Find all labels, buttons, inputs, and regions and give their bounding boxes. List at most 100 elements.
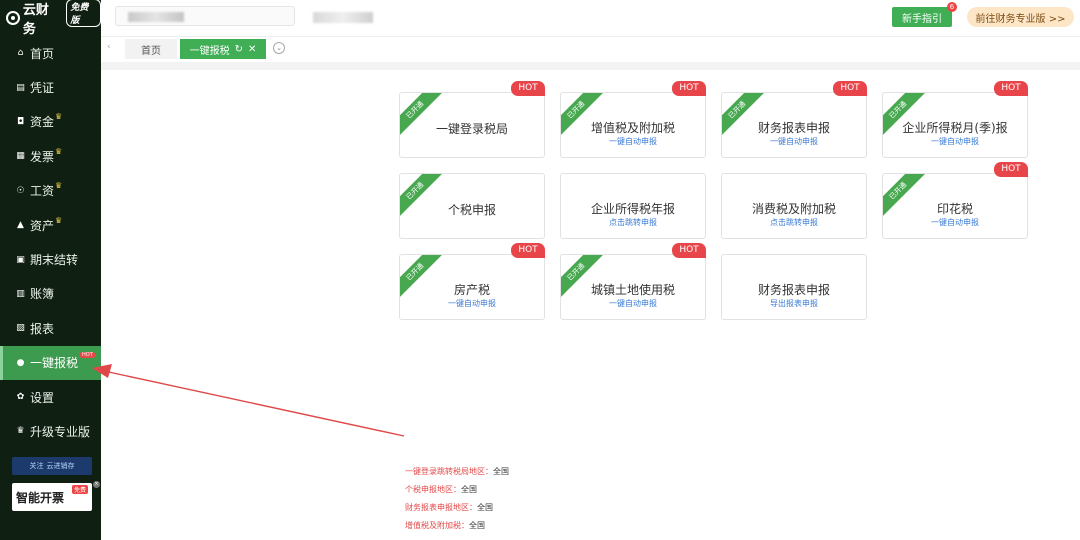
region-note-value: 全国 bbox=[477, 503, 493, 512]
tax-card[interactable]: 已开通 HOT 一键登录税局 bbox=[399, 81, 545, 158]
sidebar-item-label: 期末结转 bbox=[30, 253, 79, 268]
sidebar-item-upgrade[interactable]: ♛ 升级专业版 bbox=[0, 414, 101, 448]
card-title: 一键登录税局 bbox=[435, 122, 508, 136]
card-action-link[interactable]: 一键自动申报 bbox=[561, 298, 705, 309]
hot-badge: HOT bbox=[994, 162, 1028, 177]
sidebar-item-fund[interactable]: ◘ 资金 ♛ bbox=[0, 105, 101, 139]
tab-bar: ‹ 首页 一键报税 ↻ ✕ ⌄ bbox=[101, 37, 1080, 61]
sidebar-item-asset[interactable]: ▲ 资产 ♛ bbox=[0, 208, 101, 242]
region-note-value: 全国 bbox=[493, 467, 509, 476]
content-header-strip bbox=[101, 62, 1080, 70]
close-icon[interactable]: ✕ bbox=[248, 44, 256, 55]
card-action-link[interactable]: 一键自动申报 bbox=[883, 217, 1027, 228]
card-title: 个税申报 bbox=[447, 203, 496, 217]
hot-badge: HOT bbox=[511, 243, 545, 258]
free-badge: 免费 bbox=[71, 485, 88, 494]
tax-card[interactable]: 已开通 HOT 印花税 一键自动申报 bbox=[882, 162, 1028, 239]
sidebar-nav: ⌂ 首页 ▤ 凭证 ◘ 资金 ♛ ▦ 发票 ♛ ☉ 工资 ♛ ▲ 资产 ♛ ▣ 期末结转 ▥ 账簿 ▨ 报表 ● 一键报税 HO… bbox=[0, 36, 101, 449]
tax-card[interactable]: 消费税及附加税 点击跳转申报 bbox=[721, 173, 867, 239]
sidebar-item-label: 资金 bbox=[30, 115, 55, 130]
sidebar-item-label: 一键报税 bbox=[30, 356, 79, 371]
region-note-value: 全国 bbox=[469, 521, 485, 530]
region-note: 财务报表申报地区：全国 bbox=[405, 499, 509, 517]
go-pro-button[interactable]: 前往财务专业版 >> bbox=[967, 7, 1074, 27]
region-notes: 一键登录跳转税局地区：全国 个税申报地区：全国 财务报表申报地区：全国 增值税及附加税… bbox=[405, 463, 509, 535]
card-title: 印花税 bbox=[936, 202, 973, 216]
voucher-icon: ▤ bbox=[16, 82, 25, 93]
hot-badge: HOT bbox=[80, 351, 95, 358]
sidebar-item-invoice[interactable]: ▦ 发票 ♛ bbox=[0, 139, 101, 173]
card-title: 城镇土地使用税 bbox=[590, 283, 675, 297]
tax-card[interactable]: 已开通 HOT 财务报表申报 一键自动申报 bbox=[721, 81, 867, 158]
follow-brand: 云进销存 bbox=[46, 462, 75, 470]
hot-badge: HOT bbox=[511, 81, 545, 96]
beginner-guide-button[interactable]: 新手指引 bbox=[892, 7, 952, 27]
card-action-link[interactable]: 导出报表申报 bbox=[722, 298, 866, 309]
invoice-icon: ▦ bbox=[16, 151, 25, 162]
card-action-link[interactable]: 点击跳转申报 bbox=[722, 217, 866, 228]
sidebar-item-home[interactable]: ⌂ 首页 bbox=[0, 36, 101, 70]
card-title: 消费税及附加税 bbox=[751, 202, 836, 216]
sidebar-item-tax[interactable]: ● 一键报税 HOT bbox=[0, 345, 101, 380]
card-title: 财务报表申报 bbox=[757, 283, 830, 297]
sidebar-item-salary[interactable]: ☉ 工资 ♛ bbox=[0, 174, 101, 208]
card-title: 房产税 bbox=[453, 283, 490, 297]
tab-one-click-tax[interactable]: 一键报税 ↻ ✕ bbox=[180, 39, 266, 59]
tab-home[interactable]: 首页 bbox=[125, 39, 177, 59]
crown-icon: ♛ bbox=[55, 181, 63, 191]
sidebar-item-report[interactable]: ▨ 报表 bbox=[0, 311, 101, 345]
brand-name: 云财务 bbox=[22, 3, 49, 37]
card-action-link[interactable]: 一键自动申报 bbox=[722, 136, 866, 147]
settings-icon: ✿ bbox=[16, 392, 25, 403]
region-note: 一键登录跳转税局地区：全国 bbox=[405, 463, 509, 481]
crown-icon: ♛ bbox=[55, 146, 63, 156]
card-action-link[interactable]: 一键自动申报 bbox=[561, 136, 705, 147]
ledger-icon: ▥ bbox=[16, 288, 25, 299]
report-icon: ▨ bbox=[16, 323, 25, 334]
hot-badge: HOT bbox=[994, 81, 1028, 96]
sidebar-item-voucher[interactable]: ▤ 凭证 bbox=[0, 70, 101, 104]
crown-icon: ♛ bbox=[55, 215, 63, 225]
tax-card[interactable]: 已开通 个税申报 bbox=[399, 173, 545, 239]
sidebar-item-label: 升级专业版 bbox=[30, 424, 91, 439]
tax-card[interactable]: 已开通 HOT 增值税及附加税 一键自动申报 bbox=[560, 81, 706, 158]
tax-card[interactable]: 财务报表申报 导出报表申报 bbox=[721, 254, 867, 320]
tax-card[interactable]: 已开通 HOT 房产税 一键自动申报 bbox=[399, 243, 545, 320]
region-note: 增值税及附加税：全国 bbox=[405, 517, 509, 535]
sidebar-item-label: 报表 bbox=[30, 321, 55, 336]
fund-icon: ◘ bbox=[16, 116, 25, 127]
brand[interactable]: 云财务 免费版 bbox=[0, 0, 101, 37]
card-action-link[interactable]: 一键自动申报 bbox=[883, 136, 1027, 147]
sidebar-item-ledger[interactable]: ▥ 账簿 bbox=[0, 277, 101, 311]
sidebar-item-label: 凭证 bbox=[30, 81, 55, 96]
sidebar-item-label: 资产 bbox=[30, 218, 55, 233]
chevron-down-icon[interactable]: ⌄ bbox=[273, 42, 285, 54]
tax-card[interactable]: 企业所得税年报 点击跳转申报 bbox=[560, 173, 706, 239]
card-action-link[interactable]: 一键自动申报 bbox=[400, 298, 544, 309]
tab-scroll-left-icon[interactable]: ‹ bbox=[107, 42, 111, 52]
smart-invoice-label: 智能开票 bbox=[16, 490, 65, 505]
region-note: 个税申报地区：全国 bbox=[405, 481, 509, 499]
company-selector[interactable] bbox=[115, 6, 295, 26]
region-note-key: 财务报表申报地区： bbox=[405, 503, 477, 512]
tax-card[interactable]: 已开通 HOT 企业所得税月(季)报 一键自动申报 bbox=[882, 81, 1028, 158]
crown-icon: ♛ bbox=[55, 112, 63, 122]
blurred-company-name bbox=[128, 12, 184, 22]
home-icon: ⌂ bbox=[17, 48, 24, 59]
follow-promo[interactable]: 关注 云进销存 bbox=[12, 457, 92, 475]
guide-count-badge: 6 bbox=[947, 2, 957, 12]
refresh-icon[interactable]: ↻ bbox=[235, 44, 243, 55]
card-action-link[interactable]: 点击跳转申报 bbox=[561, 217, 705, 228]
blurred-user-name bbox=[313, 12, 373, 23]
tab-label: 一键报税 bbox=[189, 45, 230, 57]
card-title: 增值税及附加税 bbox=[590, 121, 675, 135]
hot-badge: HOT bbox=[672, 243, 706, 258]
sidebar-item-carryover[interactable]: ▣ 期末结转 bbox=[0, 242, 101, 276]
smart-invoice-promo[interactable]: 智能开票 免费 × bbox=[12, 481, 100, 511]
close-icon[interactable]: × bbox=[93, 481, 100, 488]
upgrade-icon: ♛ bbox=[16, 426, 25, 437]
sidebar-item-settings[interactable]: ✿ 设置 bbox=[0, 380, 101, 414]
sidebar-item-label: 发票 bbox=[30, 149, 55, 164]
tax-card[interactable]: 已开通 HOT 城镇土地使用税 一键自动申报 bbox=[560, 243, 706, 320]
sidebar-item-label: 工资 bbox=[30, 184, 55, 199]
